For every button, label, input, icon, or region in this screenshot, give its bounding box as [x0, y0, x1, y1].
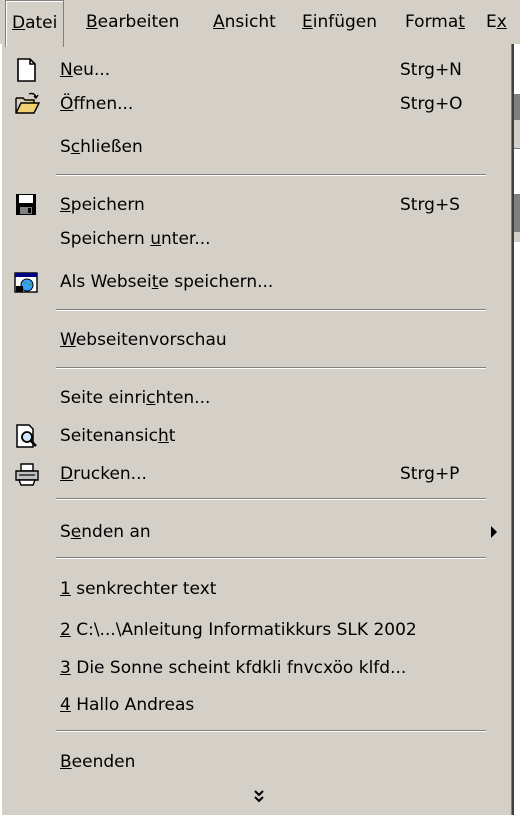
menubar-extras[interactable]: Ex	[480, 0, 513, 44]
menu-item-label: eenden	[71, 752, 136, 772]
menu-item-label: eu...	[72, 60, 111, 80]
menu-item-print[interactable]: Drucken... Strg+P	[2, 457, 508, 491]
menubar-accel: t	[458, 12, 465, 32]
menu-item-close[interactable]: Schließen	[2, 130, 508, 164]
menubar-accel: D	[12, 13, 26, 33]
menu-item-label: hließen	[80, 137, 143, 157]
menu-separator	[56, 367, 486, 369]
menu-item-accel: W	[60, 330, 76, 350]
menu-item-print-preview[interactable]: Seitenansicht	[2, 419, 508, 453]
submenu-arrow-icon	[491, 526, 497, 538]
menu-item-send-to[interactable]: Senden an	[2, 515, 508, 549]
menu-item-accel: e	[70, 522, 82, 542]
menu-item-label: Seite einri	[60, 388, 147, 408]
menu-item-save[interactable]: Speichern Strg+S	[2, 188, 508, 222]
menu-item-label: ebseitenvorschau	[75, 330, 227, 350]
menu-item-label: Die Sonne scheint kfdkli fnvcxöo klfd...	[70, 658, 407, 678]
menu-item-shortcut: Strg+O	[400, 94, 463, 114]
menu-item-accel: u	[150, 229, 161, 249]
menu-item-accel: c	[146, 388, 156, 408]
menu-separator	[56, 174, 486, 176]
menu-separator	[56, 557, 486, 559]
menu-item-shortcut: Strg+P	[400, 464, 460, 484]
menu-item-label: Speichern	[60, 229, 151, 249]
menu-item-label: Als Websei	[60, 272, 152, 292]
menu-item-label: Hallo Andreas	[70, 695, 195, 715]
menu-item-new[interactable]: Neu... Strg+N	[2, 53, 508, 87]
menubar-datei[interactable]: Datei	[5, 0, 65, 47]
menubar-accel: E	[302, 12, 313, 32]
menu-item-label: C:\...\Anleitung Informatikkurs SLK 2002	[70, 620, 417, 640]
printer-icon	[14, 462, 40, 486]
menu-item-label: nter...	[161, 229, 211, 249]
menubar-label: E	[486, 12, 497, 32]
menubar-bearbeiten[interactable]: Bearbeiten	[80, 0, 185, 44]
menu-item-shortcut: Strg+N	[400, 60, 462, 80]
menu-item-open[interactable]: Öffnen... Strg+O	[2, 87, 508, 121]
menu-item-shortcut: Strg+S	[400, 195, 460, 215]
menu-item-accel: 2	[60, 620, 71, 640]
menu-item-recent-2[interactable]: 2 C:\...\Anleitung Informatikkurs SLK 20…	[2, 613, 508, 647]
menu-item-save-as-webpage[interactable]: Als Webseite speichern...	[2, 265, 508, 299]
menu-item-accel: c	[70, 137, 81, 157]
menu-item-accel: D	[60, 464, 74, 484]
menu-item-exit[interactable]: Beenden	[2, 745, 508, 779]
menubar-label: earbeiten	[97, 12, 180, 32]
menu-item-save-as[interactable]: Speichern unter...	[2, 222, 508, 256]
menu-item-recent-4[interactable]: 4 Hallo Andreas	[2, 688, 508, 722]
menu-separator	[56, 309, 486, 311]
menubar-format[interactable]: Format	[399, 0, 471, 44]
menubar-accel: A	[213, 12, 225, 32]
menu-item-label: S	[60, 522, 71, 542]
menu-item-accel: B	[60, 752, 72, 772]
menu-item-accel: 3	[60, 658, 71, 678]
menu-item-label: S	[60, 137, 71, 157]
open-folder-icon	[14, 92, 41, 116]
menubar-einfuegen[interactable]: Einfügen	[296, 0, 383, 44]
menubar-label: infügen	[312, 12, 378, 32]
menu-item-label: rucken...	[73, 464, 147, 484]
menubar-label: atei	[25, 13, 58, 33]
double-chevron-down-icon[interactable]	[249, 786, 269, 808]
menubar-label: Forma	[405, 12, 459, 32]
menu-item-accel: 1	[60, 579, 71, 599]
menu-item-accel: 4	[60, 695, 71, 715]
menu-item-label: e speichern...	[158, 272, 274, 292]
menubar-accel: x	[496, 12, 507, 32]
menu-item-accel: h	[158, 426, 169, 446]
menu-item-accel: Ö	[60, 94, 74, 114]
menu-separator	[56, 498, 486, 500]
menubar-ansicht[interactable]: Ansicht	[207, 0, 282, 44]
file-menu-dropdown: Neu... Strg+N Öffnen... Strg+O Schließen	[0, 44, 514, 815]
menu-item-recent-3[interactable]: 3 Die Sonne scheint kfdkli fnvcxöo klfd.…	[2, 651, 508, 685]
menu-item-webpage-preview[interactable]: Webseitenvorschau	[2, 323, 508, 357]
menu-item-accel: S	[60, 195, 71, 215]
menu-item-label: senkrechter text	[70, 579, 217, 599]
web-page-icon	[14, 270, 40, 294]
menu-item-label: hten...	[155, 388, 211, 408]
print-preview-icon	[14, 424, 40, 448]
menu-item-label: nden an	[81, 522, 151, 542]
menu-item-label: t	[168, 426, 176, 446]
menu-item-label: Seitenansic	[60, 426, 158, 446]
menu-item-label: ffnen...	[73, 94, 134, 114]
menubar-label: nsicht	[224, 12, 276, 32]
menubar-accel: B	[86, 12, 98, 32]
menu-separator	[56, 730, 486, 732]
menu-bar: Datei Bearbeiten Ansicht Einfügen Format…	[0, 0, 520, 47]
new-document-icon	[14, 58, 40, 82]
menu-item-recent-1[interactable]: 1 senkrechter text	[2, 572, 508, 606]
save-disk-icon	[14, 193, 40, 217]
menu-item-page-setup[interactable]: Seite einrichten...	[2, 381, 508, 415]
menu-item-accel: N	[60, 60, 73, 80]
menu-item-label: peichern	[70, 195, 145, 215]
